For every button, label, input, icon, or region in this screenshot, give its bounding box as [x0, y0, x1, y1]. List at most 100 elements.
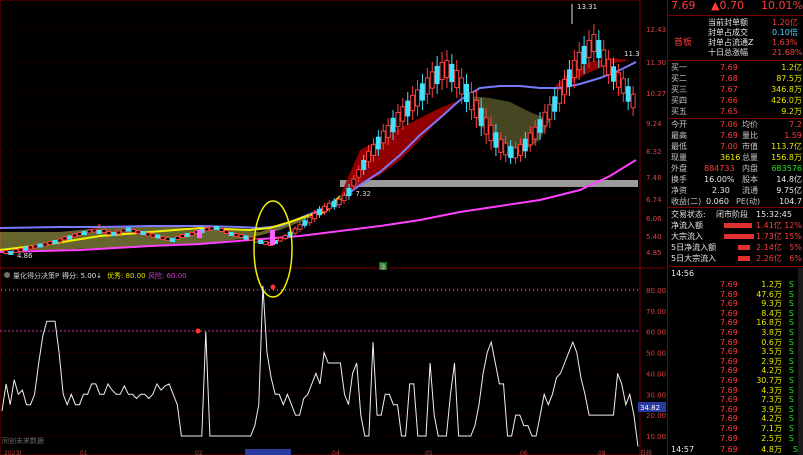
price-axis-label: 12.43	[646, 26, 666, 34]
candle-body	[424, 77, 430, 95]
candle-body	[214, 226, 220, 230]
tick-scrollbar[interactable]	[798, 268, 803, 455]
candle-body	[233, 233, 239, 237]
candle-body	[223, 230, 229, 234]
candle-body	[611, 66, 617, 82]
candle-body	[459, 77, 465, 95]
book-vol: 9.2万	[781, 107, 802, 116]
trade-status-time: 15:32:45	[756, 210, 792, 219]
candle-body	[630, 93, 636, 109]
stat-label: 最低	[671, 142, 687, 151]
chart-canvas[interactable]: d - 7.32 13.31 4.86 x 涨 11.3 12.4311.301…	[0, 0, 666, 455]
candle-body	[478, 107, 484, 127]
indicator-good: 优秀: 80.00	[107, 271, 146, 280]
candle-body	[57, 238, 63, 243]
candle-body	[106, 231, 112, 235]
date-axis-label: 05	[425, 450, 433, 455]
flow-bar	[724, 234, 754, 239]
candle-body	[361, 160, 367, 170]
candle-body	[625, 86, 631, 102]
high-label: 13.31	[577, 3, 597, 11]
stat-label: 收益(二)	[671, 197, 702, 206]
stat-value: 3616	[720, 153, 741, 162]
indicator-menu-icon[interactable]	[4, 272, 10, 278]
stat-label: 今开	[671, 120, 687, 129]
candle-body	[336, 198, 342, 206]
candle-body	[160, 236, 166, 240]
candle-body	[277, 237, 283, 242]
candle-body	[116, 230, 122, 235]
stat-value: 113.7亿	[771, 142, 802, 151]
candle-body	[258, 240, 264, 244]
candle-body	[111, 232, 117, 236]
candle-body	[375, 136, 381, 150]
price-grid	[0, 28, 640, 253]
price-axis-label: 10.27	[646, 90, 666, 98]
candle-body	[155, 234, 161, 239]
stat-value: 16.00%	[704, 175, 735, 184]
candle-body	[449, 63, 455, 83]
candle-body	[23, 246, 29, 251]
candle-body	[165, 237, 171, 241]
price-change: ▲0.70	[711, 0, 744, 12]
flow-value: 1.41亿	[756, 221, 782, 230]
candle-body	[562, 78, 568, 96]
price-axis-label: 4.85	[646, 249, 662, 257]
flow-bar	[724, 223, 752, 228]
candle-body	[581, 45, 587, 65]
date-highlight	[245, 449, 291, 455]
kline-chart-area[interactable]: d - 7.32 13.31 4.86 x 涨 11.3 12.43 11.30 1…	[0, 0, 666, 455]
date-axis-label: 02	[195, 450, 203, 455]
limit-label: 十日总涨幅	[708, 48, 748, 57]
candle-body	[351, 178, 357, 187]
price-change-pct: 10.01%	[761, 0, 803, 12]
book-label: 买一	[671, 63, 687, 72]
tick-list[interactable]: 7.69 1.2万 S 7.69 47.6万 S 7.69 9.3万 S 7.69 8.4万 S 7.6…	[668, 279, 803, 443]
candle-body	[385, 124, 391, 139]
candle-body	[326, 202, 332, 210]
signal-candle	[270, 230, 275, 245]
candle-body	[312, 212, 318, 220]
candle-body	[170, 238, 176, 242]
candle-body	[552, 96, 558, 112]
tick-side: S	[788, 433, 794, 443]
candle-body	[179, 234, 185, 238]
candle-body	[591, 33, 597, 53]
date-axis-label: 01	[80, 450, 88, 455]
stat-value: 7.06	[720, 120, 738, 129]
candle-body	[174, 236, 180, 240]
candle-body	[228, 232, 234, 236]
candle-body	[135, 230, 141, 234]
candle-body	[513, 147, 519, 159]
stat-label: 换手	[671, 175, 687, 184]
candle-body	[346, 187, 352, 197]
indicator-axis-label: 80.00	[646, 287, 666, 295]
flow-label: 5日净流入额	[671, 243, 717, 252]
candle-body	[380, 130, 386, 144]
signal-candle	[197, 230, 202, 238]
price-axis-label: 6.74	[646, 196, 662, 204]
candle-body	[615, 72, 621, 88]
date-axis-label: 06	[520, 450, 528, 455]
stat-value: 2.30	[712, 186, 730, 195]
price-axis-label: 6.06	[646, 215, 662, 223]
score-line	[1, 285, 639, 447]
candle-body	[238, 234, 244, 238]
tick-footer-price: 7.69	[720, 445, 738, 454]
stat-value: 0.060	[706, 197, 729, 206]
candle-body	[317, 208, 323, 216]
low-label: 4.86	[17, 252, 33, 260]
date-axis-label: 日线	[640, 449, 652, 455]
tick-footer-vol: 4.8万	[761, 445, 782, 454]
price-axis-label: 7.46	[646, 174, 662, 182]
stat-value: 9.75亿	[776, 186, 802, 195]
candle-body	[517, 144, 523, 156]
flow-bar	[738, 256, 750, 261]
trade-status-label: 交易状态:	[671, 210, 706, 219]
candle-body	[209, 226, 215, 231]
date-axis-label: 04	[332, 450, 340, 455]
candle-body	[395, 112, 401, 127]
candle-body	[415, 89, 421, 107]
current-value: 34.82	[640, 404, 660, 412]
candle-body	[606, 58, 612, 76]
